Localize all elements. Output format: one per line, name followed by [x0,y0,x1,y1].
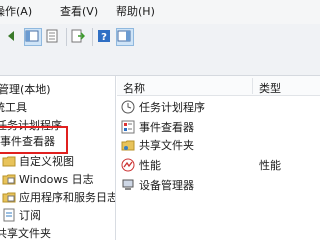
back-icon [8,31,14,41]
performance-icon [121,158,135,172]
log-folder-icon [2,190,16,204]
list-item-label: 事件查看器 [139,121,194,134]
column-header-name[interactable]: 名称 [123,80,145,96]
properties-icon [46,29,58,43]
tree-item-label: 共享文件夹 [0,227,51,240]
list-item-label: 设备管理器 [139,179,194,192]
list-row-performance[interactable]: 性能 [121,156,161,174]
menu-bar: 操作(A) 查看(V) 帮助(H) [0,0,320,24]
tree-item-shared-folders[interactable]: 共享文件夹 [0,224,51,240]
toolbar-separator [92,28,93,46]
action-pane-icon [117,30,131,42]
help-button[interactable]: ? [96,28,114,46]
svg-text:?: ? [101,32,107,43]
log-folder-icon [2,172,16,186]
shared-folder-icon [121,138,135,152]
tree-item-subscriptions[interactable]: 订阅 [2,206,41,224]
tree-item-label: 自定义视图 [19,155,74,168]
console-tree-button[interactable] [24,28,42,46]
device-manager-icon [121,178,135,192]
tree-item-windows-logs[interactable]: Windows 日志 [2,170,94,188]
export-list-button[interactable] [70,28,88,46]
menu-help[interactable]: 帮助(H) [116,5,155,19]
properties-button[interactable] [44,28,62,46]
tree-item-label: 应用程序和服务日志 [19,191,116,204]
list-item-label: 共享文件夹 [139,139,194,152]
event-viewer-icon [121,120,135,134]
subscription-icon [2,208,16,222]
list-row-device-manager[interactable]: 设备管理器 [121,176,194,194]
list-header: 名称 类型 [117,76,320,96]
console-tree-icon [25,30,39,42]
back-button[interactable] [4,28,22,46]
list-item-label: 性能 [139,159,161,172]
column-divider[interactable] [252,78,253,94]
column-header-type[interactable]: 类型 [259,80,281,96]
tree-item-label: 管理(本地) [0,83,51,96]
list-row-shared-folders[interactable]: 共享文件夹 [121,136,194,154]
menu-action[interactable]: 操作(A) [0,5,32,19]
list-item-label: 任务计划程序 [139,101,205,114]
tree-item-custom-views[interactable]: 自定义视图 [2,152,74,170]
tree-item-root[interactable]: 管理(本地) [0,80,51,98]
console-tree: 管理(本地) 统工具 任务计划程序 事件查看器 自定义视图 Windows 日志… [0,76,116,240]
menu-view[interactable]: 查看(V) [60,5,98,19]
export-list-icon [71,29,85,43]
toolbar: ? [0,24,320,76]
folder-icon [2,154,16,168]
tree-item-label: Windows 日志 [19,173,94,186]
clock-icon [121,100,135,114]
tree-item-app-service-logs[interactable]: 应用程序和服务日志 [2,188,116,206]
list-row-task-scheduler[interactable]: 任务计划程序 [121,98,205,116]
tree-item-label: 订阅 [19,209,41,222]
list-row-event-viewer[interactable]: 事件查看器 [121,118,194,136]
help-icon: ? [98,30,110,43]
action-pane-button[interactable] [116,28,134,46]
tree-item-label: 统工具 [0,101,27,114]
detail-list: 名称 类型 任务计划程序 事件查看器 共享文件夹 性能 性能 设备管理器 [117,76,320,240]
list-cell-type: 性能 [259,159,281,172]
tree-item-system-tools[interactable]: 统工具 [0,98,27,116]
annotation-highlight-box [0,126,68,154]
toolbar-separator [66,28,67,46]
